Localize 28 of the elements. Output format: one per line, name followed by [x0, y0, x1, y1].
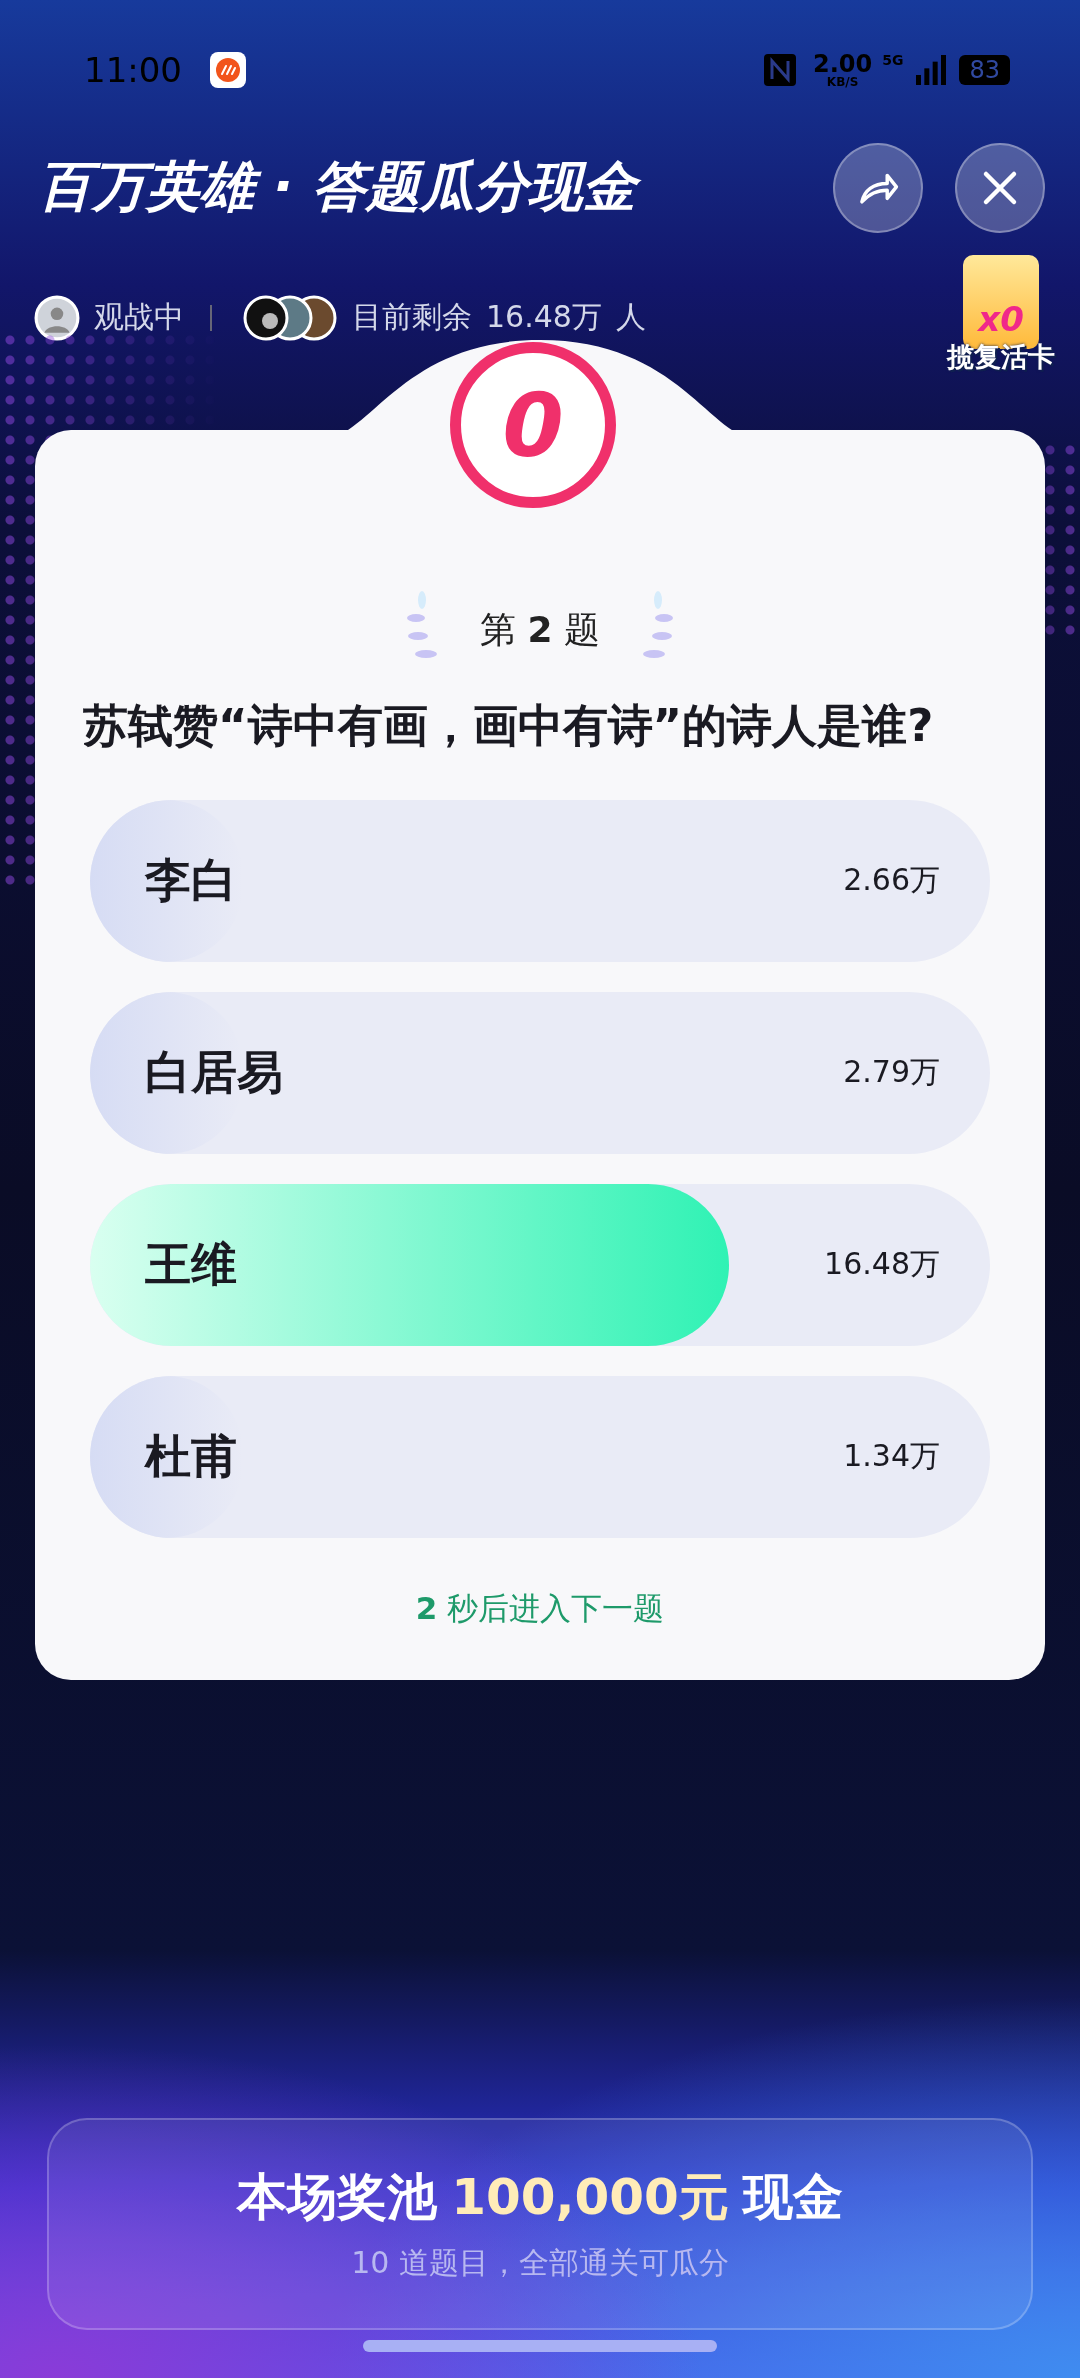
- option-label: 王维: [145, 1235, 238, 1293]
- avatar: [34, 294, 80, 341]
- speed-unit: KB/S: [826, 76, 859, 88]
- next-question-hint: 2 秒后进入下一题: [414, 1588, 666, 1628]
- option-label: 杜甫: [145, 1427, 238, 1485]
- option-label: 白居易: [145, 1043, 284, 1101]
- remaining-count: 16.48万: [486, 298, 602, 336]
- question-number: 第 2 题: [480, 607, 600, 652]
- vote-count: 1.34万: [843, 1437, 940, 1475]
- network-label: 5G: [882, 52, 904, 68]
- vote-count: 16.48万: [824, 1245, 940, 1283]
- speed-value: 2.00: [813, 52, 873, 76]
- prize-label: 本场奖池: [237, 2167, 438, 2228]
- clock: 11:00: [84, 50, 182, 90]
- nfc-icon: [763, 53, 797, 87]
- vote-count: 2.66万: [843, 861, 940, 899]
- remaining-unit: 人: [615, 298, 646, 336]
- prize-unit: 现金: [742, 2167, 843, 2228]
- remaining-label: 目前剩余: [352, 298, 472, 336]
- watching-label: 观战中: [94, 298, 184, 336]
- battery-level: 83: [959, 55, 1010, 85]
- question-text: 苏轼赞“诗中有画，画中有诗”的诗人是谁?: [83, 698, 935, 754]
- page-title: 百万英雄 · 答题瓜分现金: [38, 151, 801, 224]
- prize-amount: 100,000元: [451, 2167, 729, 2228]
- app-icon: [210, 52, 246, 88]
- vote-count: 2.79万: [843, 1053, 940, 1091]
- prize-note: 10 道题目，全部通关可瓜分: [351, 2244, 729, 2282]
- option-label: 李白: [145, 851, 238, 909]
